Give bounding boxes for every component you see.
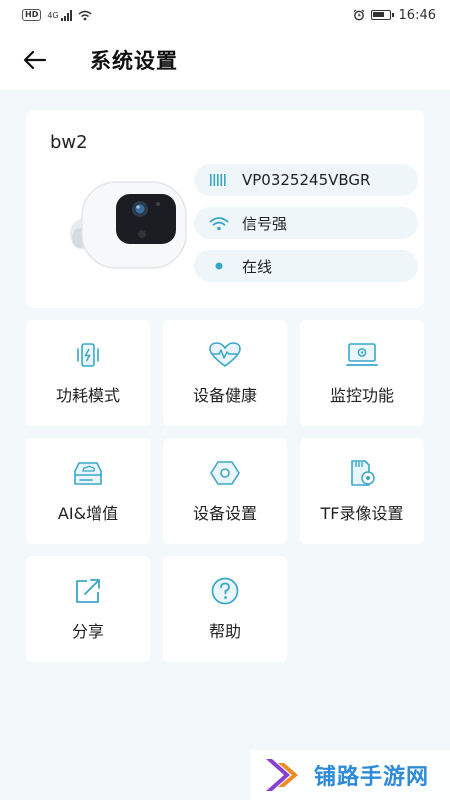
device-card: bw2 VP0325245VBGR 信号强 在线 [26,110,424,308]
signal-pill: 信号强 [194,207,418,239]
status-left: HD 4G [22,9,92,21]
wifi-status-icon [78,10,92,20]
watermark-text: 铺路手游网 [314,765,430,790]
tile-label: 设备设置 [192,504,257,523]
tile-monitoring[interactable]: 监控功能 [300,320,424,426]
tile-label: TF录像设置 [320,504,404,523]
power-mode-icon [71,340,105,370]
arrow-left-icon [23,50,47,70]
wifi-icon [208,216,230,231]
tile-label: 分享 [71,622,104,641]
clock: 16:46 [398,7,436,23]
tile-share[interactable]: 分享 [26,556,150,662]
barcode-icon [208,173,230,187]
tile-label: 设备健康 [192,386,257,405]
alarm-icon [353,9,364,21]
share-icon [71,576,105,606]
sd-card-icon [345,458,379,488]
camera-image [70,181,187,269]
tile-device-health[interactable]: 设备健康 [163,320,287,426]
tile-label: 功耗模式 [55,386,120,405]
tile-label: 帮助 [208,622,241,641]
tile-help[interactable]: 帮助 [163,556,287,662]
monitor-icon [345,340,379,370]
cell-signal-icon [60,9,72,21]
hexagon-settings-icon [208,458,242,488]
online-dot-icon [208,261,230,271]
serial-pill: VP0325245VBGR [194,164,418,196]
status-bar: HD 4G 16:46 [0,0,450,30]
back-button[interactable] [0,30,70,90]
tile-device-settings[interactable]: 设备设置 [163,438,287,544]
cloud-storage-icon [71,458,105,488]
status-right: 16:46 [353,8,436,23]
app-header: 系统设置 [0,30,450,90]
online-status-text: 在线 [242,257,273,276]
watermark-logo-icon [266,759,298,791]
hd-badge: HD [22,9,42,21]
tile-ai-value[interactable]: AI&增值 [26,438,150,544]
online-pill: 在线 [194,250,418,282]
tile-label: 监控功能 [329,386,394,405]
page-title: 系统设置 [90,49,178,73]
serial-number: VP0325245VBGR [242,171,371,189]
watermark: 铺路手游网 [250,750,450,800]
tile-tf-recording[interactable]: TF录像设置 [300,438,424,544]
battery-icon [370,10,394,20]
device-name: bw2 [50,132,88,153]
tile-power-mode[interactable]: 功耗模式 [26,320,150,426]
tile-label: AI&增值 [57,504,119,523]
heart-rate-icon [208,340,242,370]
signal-strength-text: 信号强 [242,214,288,233]
help-icon [208,576,242,606]
network-type: 4G [47,10,59,20]
